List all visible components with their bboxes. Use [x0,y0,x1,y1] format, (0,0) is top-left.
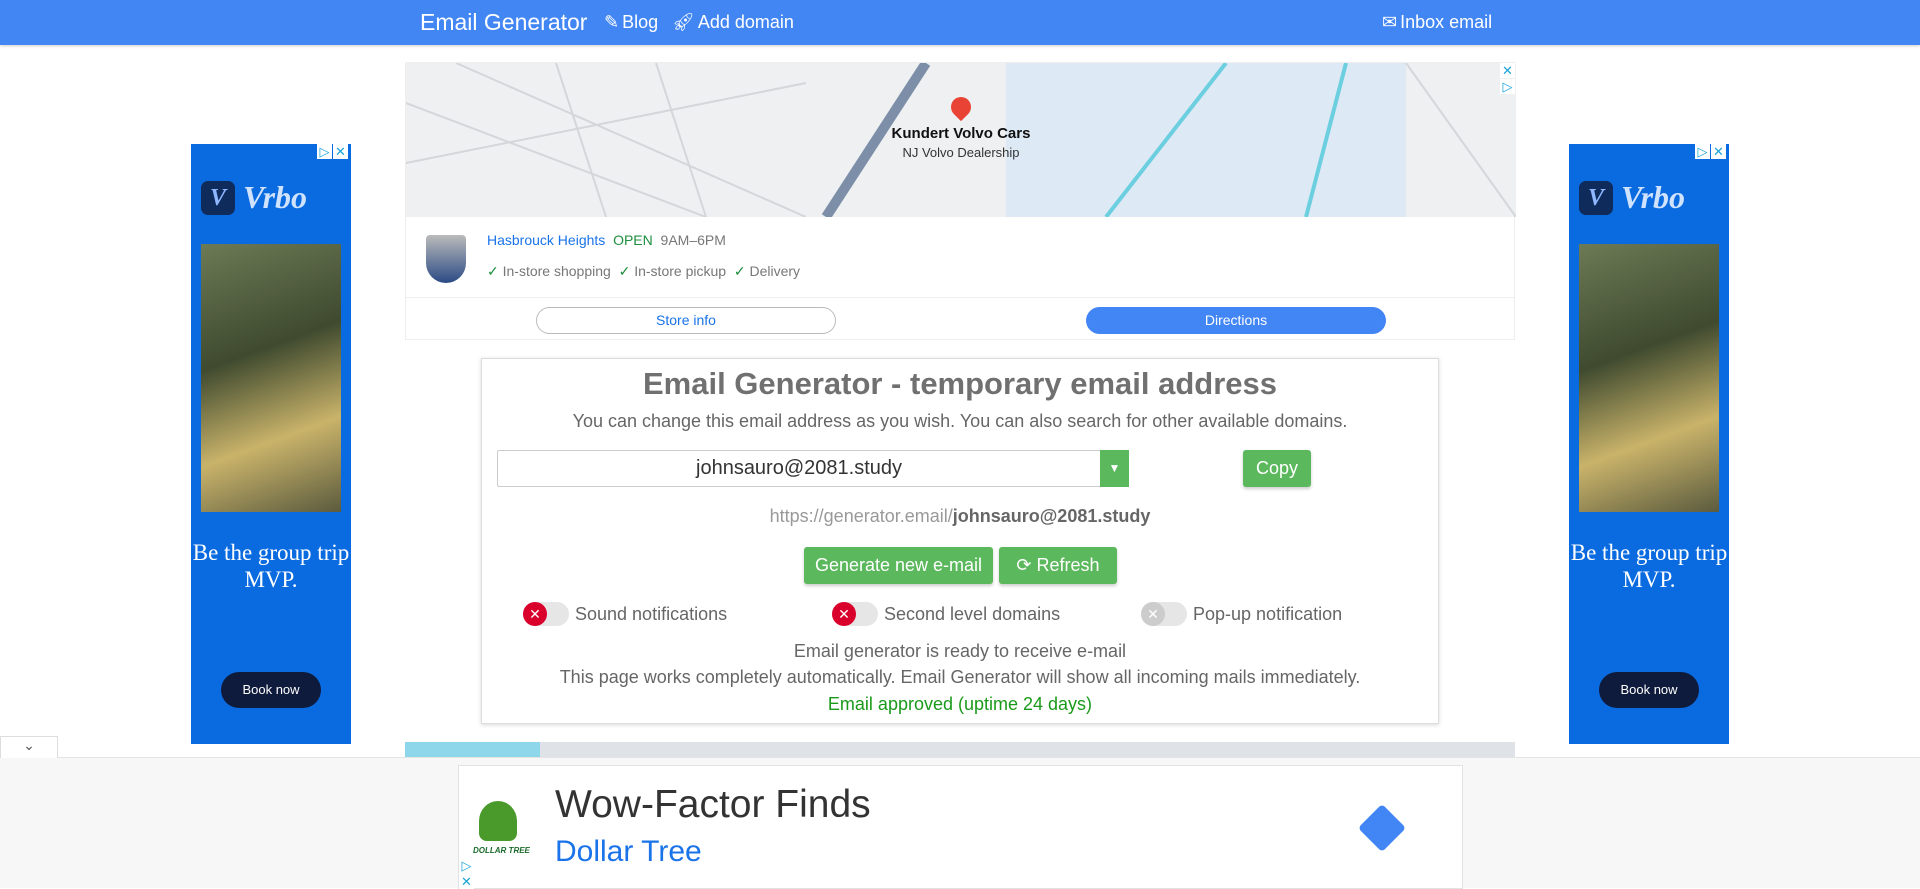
generate-new-email-button[interactable]: Generate new e-mail [804,547,993,584]
book-now-button[interactable]: Book now [221,672,321,708]
nav-add-domain[interactable]: 🚀︎ Add domain [672,12,794,33]
nav-inbox-email[interactable]: ✉ Inbox email [1382,12,1492,33]
feature: Delivery [749,263,801,279]
vrbo-brand: Vrbo [1621,179,1686,215]
right-vrbo-ad[interactable]: V Vrbo Be the group trip MVP. Book now ▷ … [1569,144,1729,744]
copy-button[interactable]: Copy [1243,450,1311,487]
caret-down-icon: ▼ [1108,461,1121,475]
toggle-sound-notifications[interactable]: ✕ Sound notifications [523,602,727,626]
refresh-label: Refresh [1036,555,1100,575]
refresh-icon: ⟳ [1016,555,1032,575]
nav-label: Add domain [697,12,794,32]
top-navbar: Email Generator ✎ Blog 🚀︎ Add domain ✉ Inbo… [0,0,1920,45]
feature: In-store pickup [634,263,727,279]
ad-advertiser: Dollar Tree [555,835,702,868]
email-generator-card: Email Generator - temporary email addres… [481,358,1439,724]
status-ready: Email generator is ready to receive e-ma… [793,641,1127,661]
nav-blog[interactable]: ✎ Blog [604,12,658,33]
x-icon: ✕ [832,602,856,626]
nav-label: Inbox email [1400,12,1493,32]
adchoices-icon[interactable]: ▷ [317,144,332,159]
volvo-logo [426,235,466,283]
place-subtitle: NJ Volvo Dealership [902,145,1020,160]
dollar-tree-ad[interactable]: DOLLAR TREE Wow-Factor Finds Dollar Tree… [458,765,1463,889]
adchoices-icon[interactable]: ▷ [1695,144,1710,159]
store-info-button[interactable]: Store info [536,307,836,334]
page-title: Email Generator - temporary email addres… [642,366,1278,401]
collapse-chevron-icon[interactable]: ⌄ [0,736,58,758]
vrbo-brand: Vrbo [243,179,308,215]
toggle-label: Pop-up notification [1193,603,1343,624]
refresh-button[interactable]: ⟳ Refresh [999,547,1117,584]
vrbo-logo: V Vrbo [1579,179,1685,216]
pen-icon: ✎ [604,12,620,32]
store-status: OPEN [613,232,653,248]
ad-photo [201,244,341,512]
status-auto: This page works completely automatically… [559,667,1361,687]
directions-button[interactable]: Directions [1086,307,1386,334]
envelope-icon: ✉ [1382,12,1398,32]
adchoices-icon[interactable]: ▷ [1500,79,1515,94]
page-subtitle: You can change this email address as you… [572,411,1348,431]
x-icon: ✕ [1141,602,1165,626]
toggle-second-level-domains[interactable]: ✕ Second level domains [832,602,1060,626]
toggle-label: Second level domains [884,603,1061,624]
x-icon: ✕ [523,602,547,626]
toggle-popup-notification[interactable]: ✕ Pop-up notification [1141,602,1342,626]
brand-link[interactable]: Email Generator [420,9,587,36]
url-prefix: https://generator.email/ [769,506,953,526]
url-email: johnsauro@2081.study [952,506,1151,526]
nav-label: Blog [622,12,659,32]
email-url[interactable]: https://generator.email/johnsauro@2081.s… [482,506,1438,527]
email-input[interactable]: johnsauro@2081.study [497,450,1101,487]
ad-tagline: Be the group trip MVP. [1570,540,1728,592]
top-map-ad[interactable]: Kundert Volvo Cars NJ Volvo Dealership H… [405,62,1516,340]
store-line: Hasbrouck Heights OPEN 9AM–6PM [487,232,726,248]
map-image: Kundert Volvo Cars NJ Volvo Dealership [406,63,1516,217]
ad-headline: Wow-Factor Finds [555,783,871,826]
store-location: Hasbrouck Heights [487,232,606,248]
feature: In-store shopping [502,263,611,279]
adchoices-icon[interactable]: ▷ [459,858,474,873]
vrbo-logo: V Vrbo [201,179,307,216]
book-now-button[interactable]: Book now [1599,672,1699,708]
place-name: Kundert Volvo Cars [891,125,1031,142]
domain-dropdown-button[interactable]: ▼ [1100,450,1129,487]
ad-close-icon[interactable]: ✕ [333,144,348,159]
left-vrbo-ad[interactable]: V Vrbo Be the group trip MVP. Book now ▷ … [191,144,351,744]
dollar-tree-logo [479,801,517,841]
ad-close-icon[interactable]: ✕ [1500,63,1515,78]
ad-photo [1579,244,1719,512]
rocket-icon: 🚀︎ [672,12,695,32]
approved-status: Email approved (uptime 24 days) [827,694,1093,714]
ad-tagline: Be the group trip MVP. [192,540,350,592]
toggle-label: Sound notifications [575,603,728,624]
logo-text: DOLLAR TREE [473,846,530,855]
features: ✓ In-store shopping ✓ In-store pickup ✓ … [487,263,801,279]
bottom-sticky-ad-bar: ⌄ DOLLAR TREE Wow-Factor Finds Dollar Tr… [0,736,1920,889]
directions-arrow-icon[interactable] [1357,803,1407,853]
store-hours: 9AM–6PM [660,232,726,248]
ad-close-icon[interactable]: ✕ [459,874,474,889]
ad-close-icon[interactable]: ✕ [1711,144,1726,159]
